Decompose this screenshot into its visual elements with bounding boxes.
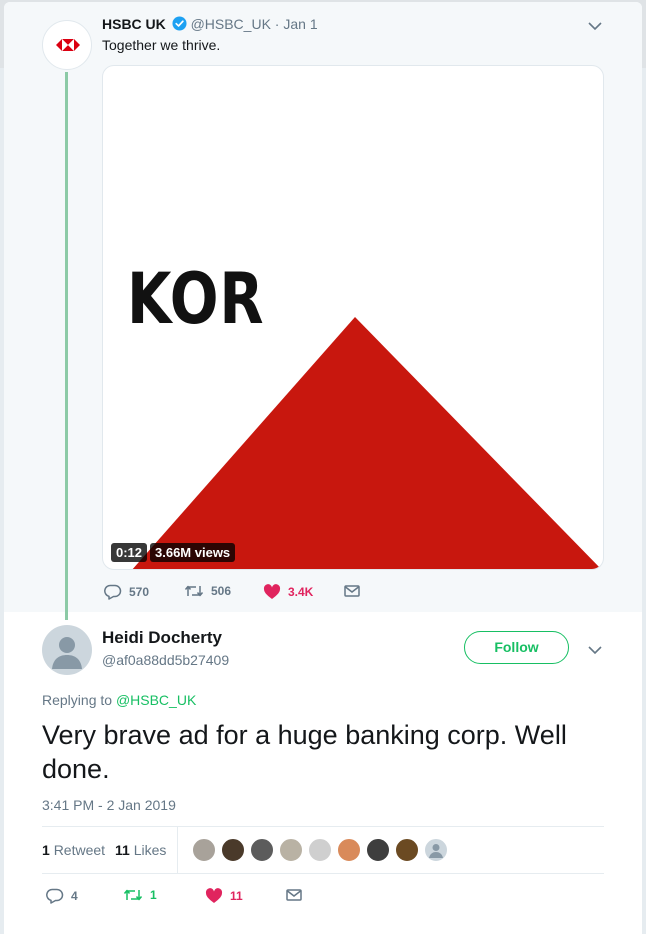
chevron-down-icon[interactable] bbox=[588, 646, 602, 655]
reply-count: 570 bbox=[129, 585, 150, 599]
reply-author-handle[interactable]: @af0a88dd5b27409 bbox=[102, 652, 229, 668]
liker-avatar[interactable] bbox=[307, 837, 333, 863]
reply-action[interactable]: 570 bbox=[104, 584, 149, 600]
replying-to-link[interactable]: @HSBC_UK bbox=[116, 692, 196, 708]
retweet-action[interactable]: 506 bbox=[184, 584, 231, 598]
reply-timestamp[interactable]: 3:41 PM - 2 Jan 2019 bbox=[42, 797, 176, 813]
stats-divider bbox=[177, 827, 178, 873]
direct-message-icon bbox=[344, 585, 360, 597]
thread-connector-line bbox=[65, 72, 68, 620]
liker-avatar[interactable] bbox=[365, 837, 391, 863]
verified-badge-icon bbox=[172, 16, 187, 31]
reply-action[interactable]: 4 bbox=[46, 888, 78, 904]
like-count: 11 bbox=[230, 889, 243, 903]
like-action[interactable]: 11 bbox=[205, 888, 243, 904]
replying-prefix: Replying to bbox=[42, 692, 113, 708]
liker-avatar[interactable] bbox=[336, 837, 362, 863]
heart-icon bbox=[263, 584, 281, 599]
engagement-stats: 1 Retweet 11 Likes bbox=[42, 826, 604, 874]
parent-tweet-text: Together we thrive. bbox=[102, 37, 221, 53]
author-name[interactable]: HSBC UK bbox=[102, 16, 166, 32]
liker-avatar[interactable] bbox=[278, 837, 304, 863]
retweets-stat[interactable]: 1 Retweet bbox=[42, 842, 105, 858]
dm-action[interactable] bbox=[344, 584, 360, 598]
kor-title-text: KOR bbox=[127, 258, 265, 340]
liker-avatar[interactable] bbox=[220, 837, 246, 863]
video-views: 3.66M views bbox=[150, 543, 236, 562]
reply-tweet-text: Very brave ad for a huge banking corp. W… bbox=[42, 720, 567, 784]
reply-author-name[interactable]: Heidi Docherty bbox=[102, 628, 222, 648]
hsbc-logo-icon bbox=[56, 39, 80, 51]
video-player[interactable]: KOR 0:12 3.66M views bbox=[102, 65, 604, 570]
retweet-count: 1 bbox=[150, 888, 157, 902]
chevron-down-icon[interactable] bbox=[588, 22, 602, 31]
tweet-date[interactable]: Jan 1 bbox=[283, 16, 317, 32]
direct-message-icon bbox=[286, 889, 302, 901]
follow-button[interactable]: Follow bbox=[464, 631, 569, 664]
retweet-action[interactable]: 1 bbox=[123, 888, 157, 902]
reply-icon bbox=[46, 888, 64, 904]
reply-count: 4 bbox=[71, 889, 78, 903]
separator-dot: · bbox=[274, 16, 280, 32]
retweet-icon bbox=[123, 889, 143, 901]
author-handle[interactable]: @HSBC_UK bbox=[191, 16, 271, 32]
liker-avatar[interactable] bbox=[249, 837, 275, 863]
parent-tweet[interactable]: HSBC UK @HSBC_UK · Jan 1 Together we thr… bbox=[4, 2, 642, 620]
parent-tweet-header: HSBC UK @HSBC_UK · Jan 1 bbox=[102, 16, 318, 32]
retweet-count: 506 bbox=[211, 584, 232, 598]
replying-to: Replying to @HSBC_UK bbox=[42, 692, 196, 708]
retweet-icon bbox=[184, 585, 204, 597]
heart-icon bbox=[205, 888, 223, 903]
reply-icon bbox=[104, 584, 122, 600]
liker-avatar[interactable] bbox=[423, 837, 449, 863]
default-avatar-icon bbox=[429, 844, 443, 858]
liker-avatar[interactable] bbox=[394, 837, 420, 863]
video-duration: 0:12 bbox=[111, 543, 148, 562]
likes-stat[interactable]: 11 Likes bbox=[115, 842, 166, 858]
like-count: 3.4K bbox=[288, 585, 314, 599]
liker-avatar[interactable] bbox=[191, 837, 217, 863]
default-avatar-icon[interactable] bbox=[42, 625, 92, 675]
tweet-card: HSBC UK @HSBC_UK · Jan 1 Together we thr… bbox=[4, 2, 642, 934]
hsbc-avatar[interactable] bbox=[42, 20, 92, 70]
like-action[interactable]: 3.4K bbox=[263, 584, 313, 600]
dm-action[interactable] bbox=[286, 888, 302, 902]
